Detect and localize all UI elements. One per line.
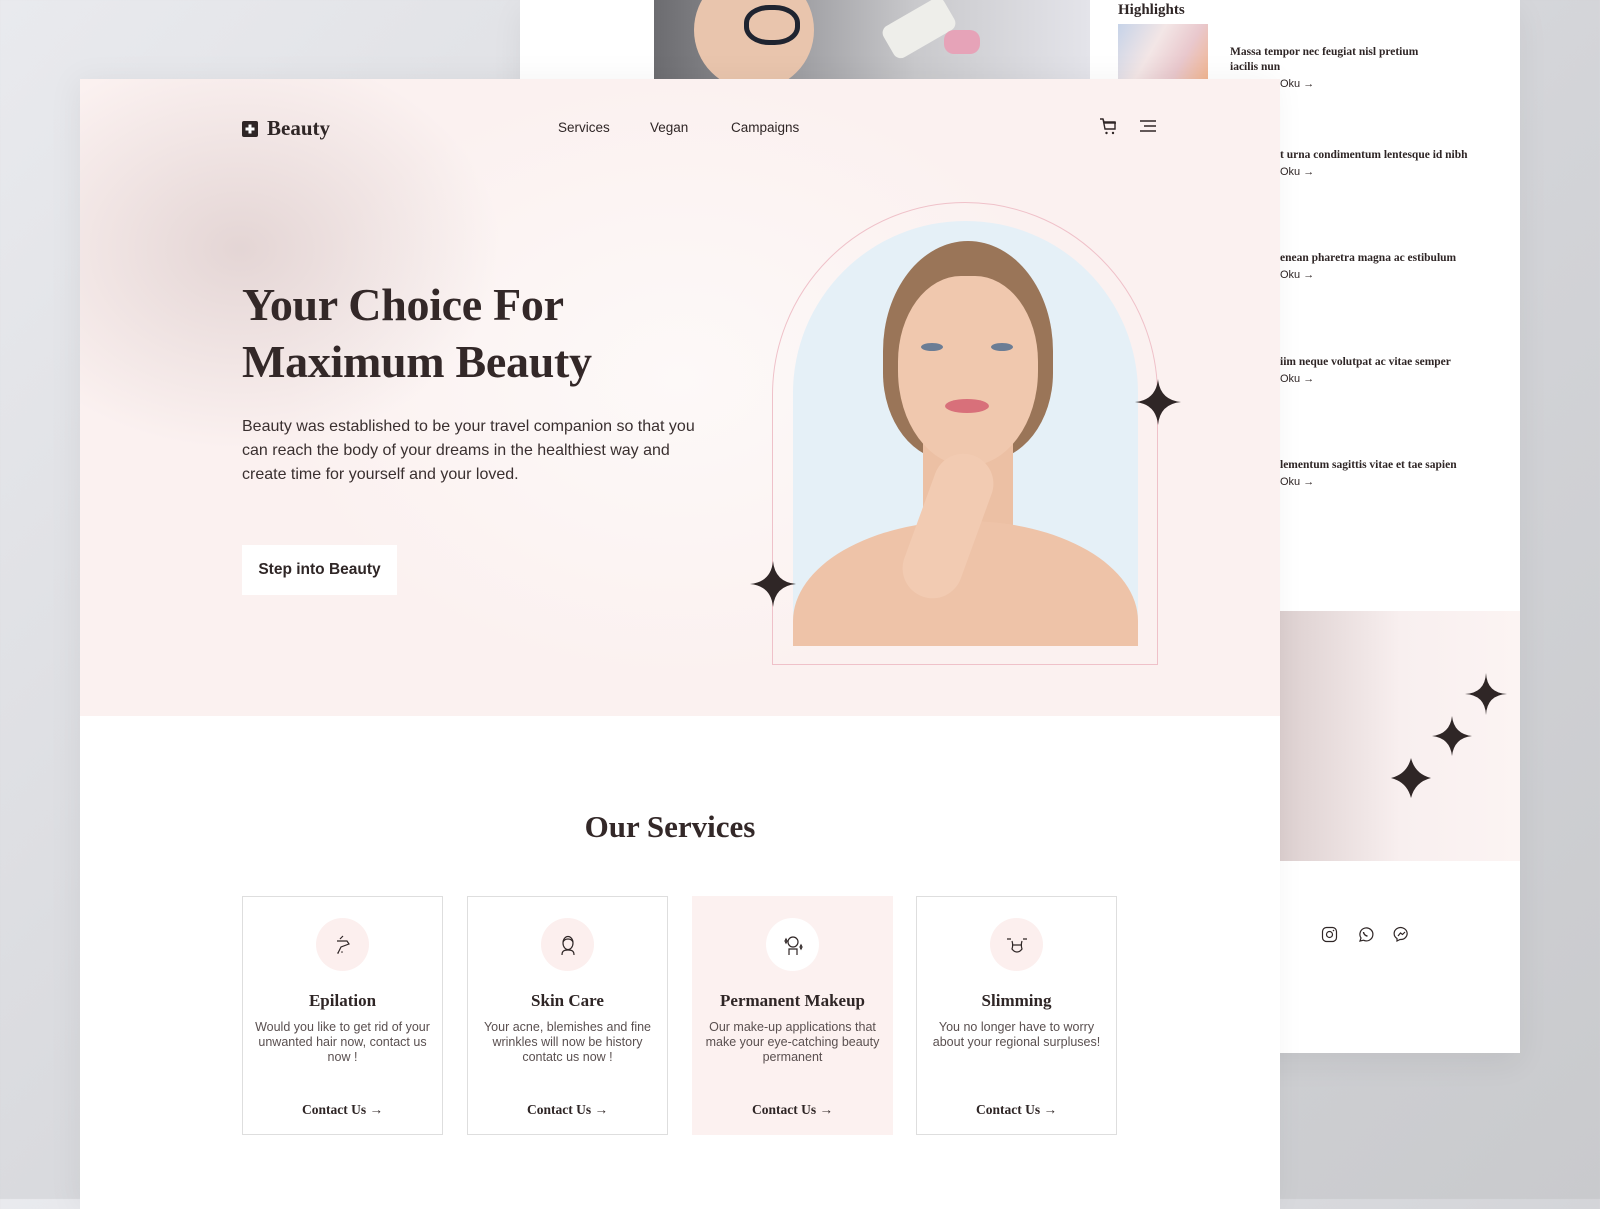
highlight-thumbnail[interactable] [1118, 24, 1208, 79]
highlights-title: Highlights [1118, 2, 1185, 18]
model-photo [793, 221, 1138, 646]
read-link[interactable]: Oku → [1280, 476, 1480, 488]
contact-us-link[interactable]: Contact Us → [468, 1102, 667, 1118]
step-into-beauty-button[interactable]: Step into Beauty [242, 545, 397, 595]
epilation-photo [654, 0, 1090, 79]
service-card-permanent-makeup[interactable]: Permanent Makeup Our make-up application… [692, 896, 893, 1135]
sparkle-icon [1432, 716, 1472, 756]
cart-icon[interactable] [1099, 117, 1119, 142]
nav-campaigns[interactable]: Campaigns [731, 120, 799, 135]
sparkle-icon [1391, 758, 1431, 798]
brand-logo[interactable]: Beauty [242, 116, 330, 141]
service-card-skin-care[interactable]: Skin Care Your acne, blemishes and fine … [467, 896, 668, 1135]
read-link[interactable]: Oku → [1280, 78, 1430, 90]
social-links [1321, 926, 1410, 943]
read-link[interactable]: Oku → [1280, 166, 1480, 178]
woman-face-icon [541, 918, 594, 971]
contact-us-link[interactable]: Contact Us → [917, 1102, 1116, 1118]
makeup-face-icon [766, 918, 819, 971]
epilation-device-icon [316, 918, 369, 971]
services-title: Our Services [584, 809, 756, 844]
hero-description: Beauty was established to be your travel… [242, 418, 695, 483]
hero-title: Your Choice For Maximum Beauty [242, 279, 592, 387]
sparkle-icon [1135, 379, 1181, 425]
read-link[interactable]: Oku → [1280, 373, 1480, 385]
instagram-icon[interactable] [1321, 926, 1338, 943]
plus-logo-icon [242, 120, 258, 137]
highlight-item[interactable]: iim neque volutpat ac vitae semper Oku → [1280, 355, 1480, 385]
highlight-item[interactable]: enean pharetra magna ac estibulum Oku → [1280, 251, 1480, 281]
sparkle-icon [1465, 673, 1507, 715]
contact-us-link[interactable]: Contact Us → [693, 1102, 892, 1118]
landing-page: Beauty Services Vegan Campaigns Your Cho… [80, 79, 1280, 1209]
sparkle-icon [750, 561, 796, 607]
messenger-icon[interactable] [1393, 926, 1410, 943]
highlight-item[interactable]: t urna condimentum lentesque id nibh Oku … [1280, 148, 1480, 178]
service-card-epilation[interactable]: Epilation Would you like to get rid of y… [242, 896, 443, 1135]
read-link[interactable]: Oku → [1280, 269, 1480, 281]
waist-icon [990, 918, 1043, 971]
nav-services[interactable]: Services [558, 120, 610, 135]
decor-block [1280, 611, 1520, 861]
service-card-slimming[interactable]: Slimming You no longer have to worry abo… [916, 896, 1117, 1135]
contact-us-link[interactable]: Contact Us → [243, 1102, 442, 1118]
highlight-item[interactable]: lementum sagittis vitae et tae sapien Oku… [1280, 458, 1480, 488]
whatsapp-icon[interactable] [1357, 926, 1374, 943]
nav-vegan[interactable]: Vegan [650, 120, 688, 135]
hero-section: Beauty Services Vegan Campaigns Your Cho… [80, 79, 1280, 716]
menu-icon[interactable] [1139, 119, 1157, 138]
